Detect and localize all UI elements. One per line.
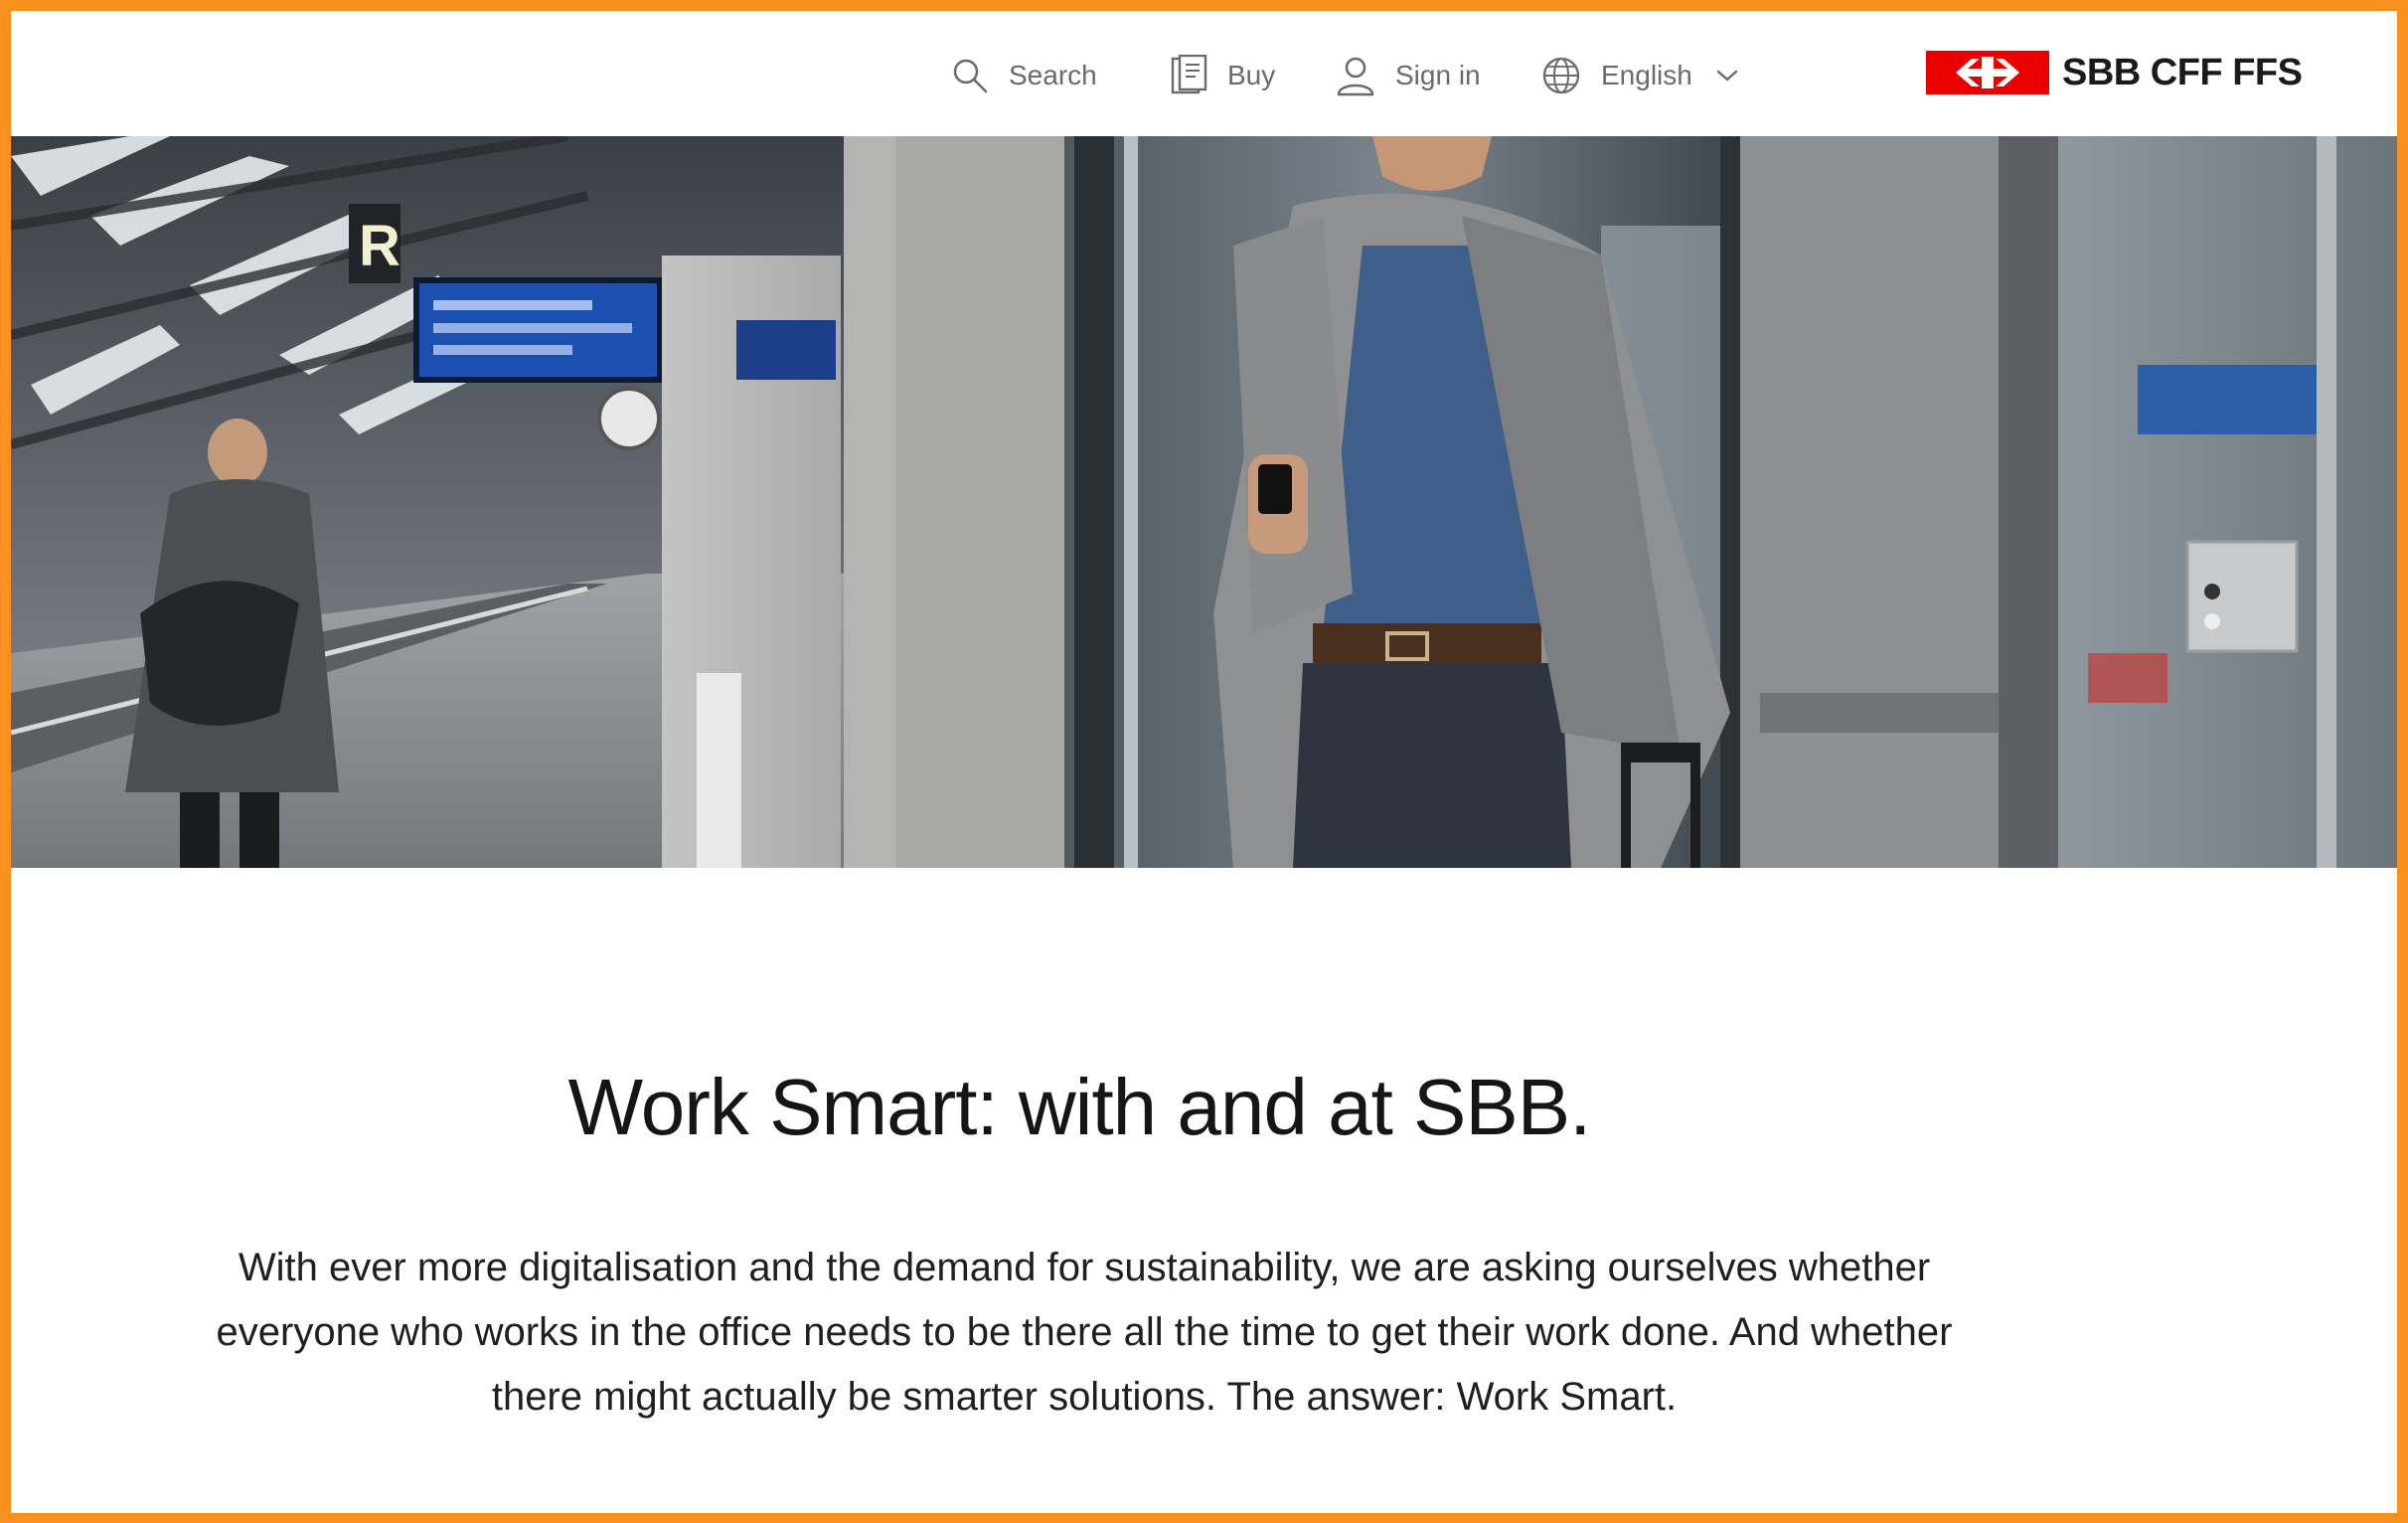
sbb-logo[interactable]: SBB CFF FFS <box>1926 47 2303 98</box>
nav-search[interactable]: Search <box>951 53 1097 98</box>
intro-paragraph: With ever more digitalisation and the de… <box>216 1246 1953 1419</box>
page-title: Work Smart: with and at SBB. <box>567 1063 1592 1151</box>
platform-sign-letter: R <box>359 214 401 278</box>
hero-image: R <box>11 136 2397 868</box>
nav-signin[interactable]: Sign in <box>1336 53 1481 98</box>
station-photo: R <box>11 136 2397 868</box>
main-content: Work Smart: with and at SBB. With ever m… <box>11 868 2397 1513</box>
nav-language-select[interactable]: English <box>1541 53 1738 98</box>
nav-language-label: English <box>1601 60 1692 90</box>
search-icon <box>951 57 989 94</box>
ticket-icon <box>1170 55 1207 96</box>
browser-frame: Search Buy Sign in English SBB CFF FFS R… <box>0 0 2408 1523</box>
nav-buy-label: Buy <box>1227 60 1276 90</box>
user-icon <box>1336 55 1375 96</box>
chevron-down-icon <box>1716 69 1738 83</box>
nav-buy[interactable]: Buy <box>1170 53 1275 98</box>
nav-search-label: Search <box>1009 60 1097 90</box>
swiss-railway-logo-icon <box>1926 51 2049 94</box>
logo-wordmark: SBB CFF FFS <box>2062 51 2303 93</box>
site-header: Search Buy Sign in English SBB CFF FFS <box>11 11 2397 136</box>
nav-signin-label: Sign in <box>1395 60 1481 90</box>
globe-icon <box>1541 56 1581 95</box>
